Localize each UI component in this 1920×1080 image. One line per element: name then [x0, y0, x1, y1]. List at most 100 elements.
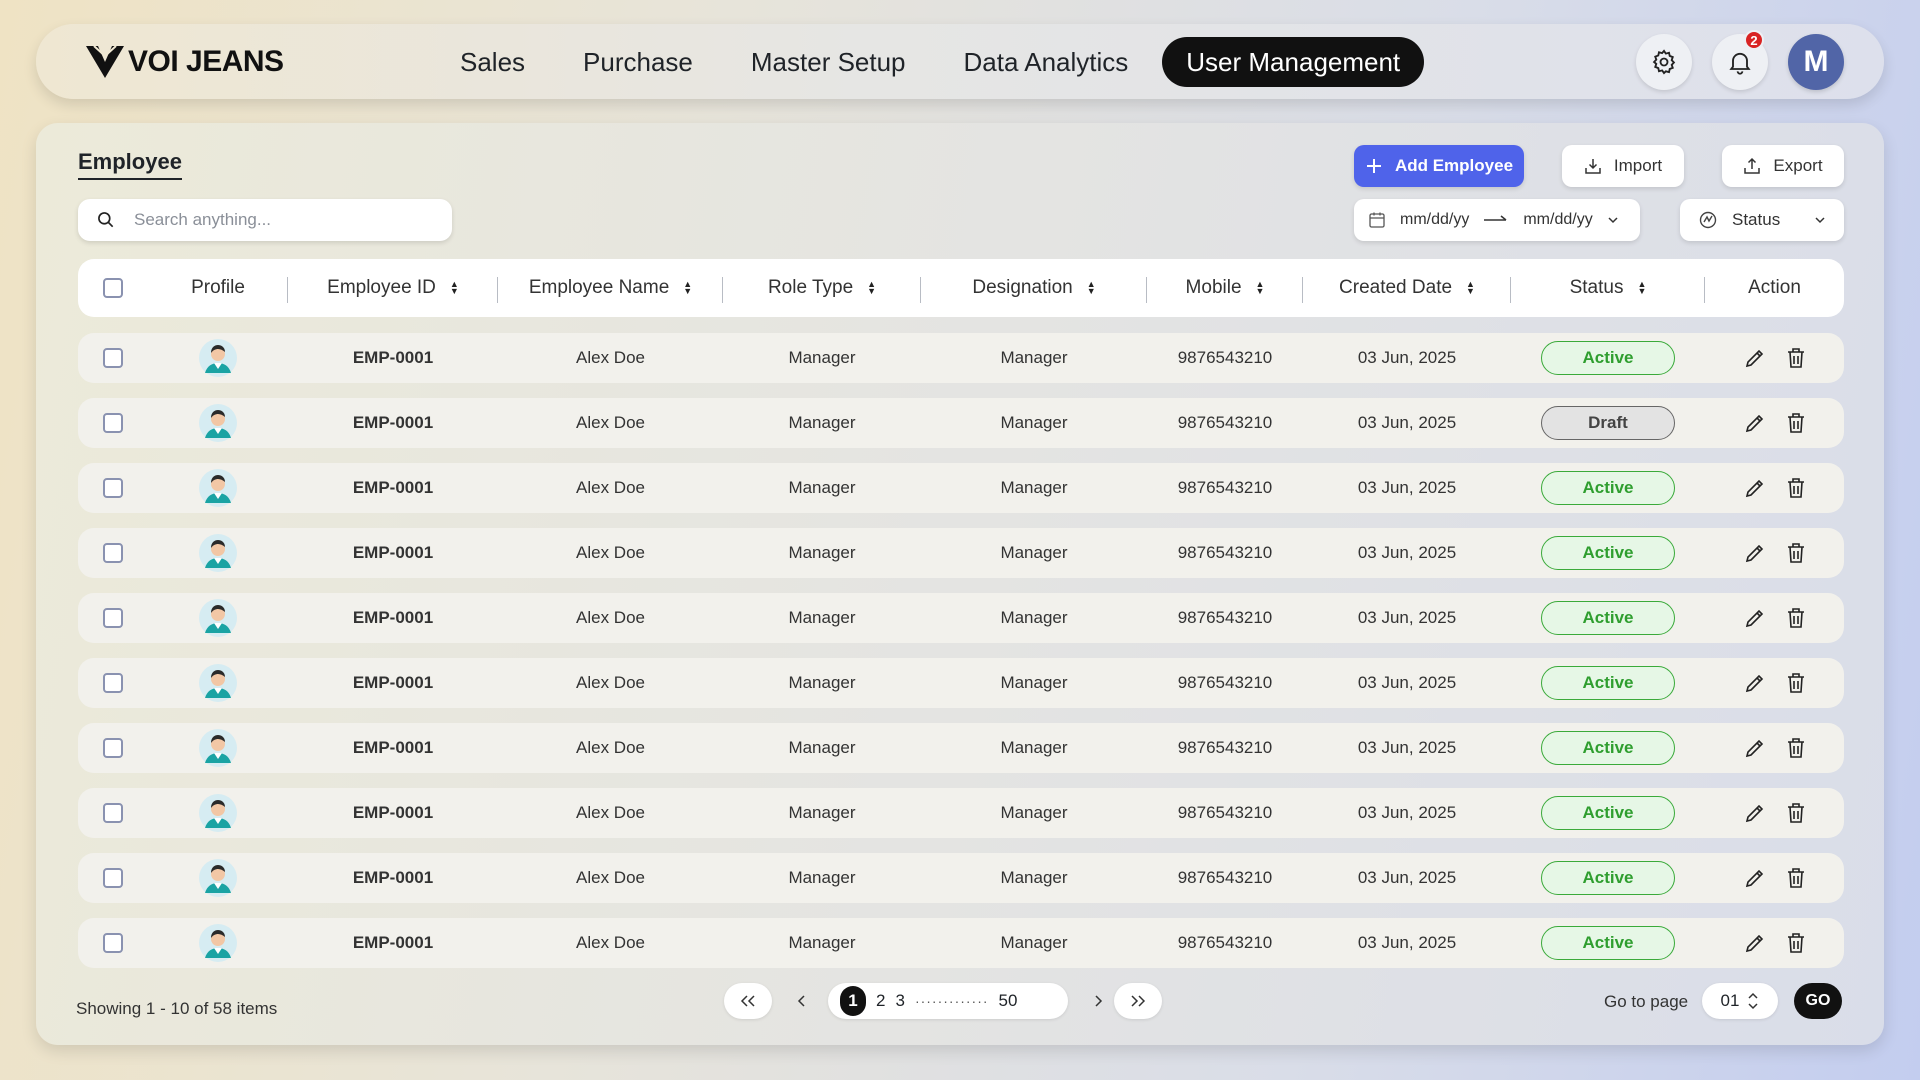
add-employee-button[interactable]: Add Employee [1354, 145, 1524, 187]
sort-icon[interactable]: ▲ ▼ [1256, 280, 1265, 296]
mobile-cell: 9876543210 [1177, 738, 1273, 757]
employee-id-cell: EMP-0001 [352, 673, 434, 692]
created-date-cell: 03 Jun, 2025 [1357, 478, 1457, 497]
table-row[interactable]: EMP-0001 Alex Doe Manager Manager 9876543210… [78, 463, 1844, 513]
action-cell [1705, 593, 1844, 643]
edit-pencil-icon[interactable] [1743, 671, 1767, 695]
nav-item-data-analytics[interactable]: Data Analytics [940, 37, 1153, 87]
edit-pencil-icon[interactable] [1743, 931, 1767, 955]
delete-trash-icon[interactable] [1785, 801, 1807, 825]
delete-trash-icon[interactable] [1785, 346, 1807, 370]
date-range-filter[interactable]: mm/dd/yy mm/dd/yy [1354, 199, 1640, 241]
header-select-all[interactable] [78, 259, 148, 317]
delete-trash-icon[interactable] [1785, 541, 1807, 565]
nav-item-purchase[interactable]: Purchase [559, 37, 717, 87]
select-all-checkbox[interactable] [103, 278, 123, 298]
status-filter-label: Status [1732, 210, 1781, 229]
row-checkbox[interactable] [103, 738, 123, 758]
row-checkbox[interactable] [103, 413, 123, 433]
edit-pencil-icon[interactable] [1743, 866, 1767, 890]
column-header-status[interactable]: Status ▲ ▼ [1511, 259, 1705, 317]
employee-avatar-icon [199, 664, 237, 702]
edit-pencil-icon[interactable] [1743, 541, 1767, 565]
row-checkbox[interactable] [103, 868, 123, 888]
date-from-field[interactable]: mm/dd/yy [1400, 211, 1469, 229]
edit-pencil-icon[interactable] [1743, 606, 1767, 630]
search-box[interactable] [78, 199, 452, 241]
status-cell: Active [1511, 918, 1705, 968]
column-header-employee-name[interactable]: Employee Name ▲ ▼ [498, 259, 723, 317]
table-row[interactable]: EMP-0001 Alex Doe Manager Manager 9876543210… [78, 918, 1844, 968]
edit-pencil-icon[interactable] [1743, 476, 1767, 500]
sort-icon[interactable]: ▲ ▼ [1087, 280, 1096, 296]
table-row[interactable]: EMP-0001 Alex Doe Manager Manager 9876543210… [78, 593, 1844, 643]
go-button[interactable]: GO [1794, 983, 1842, 1019]
row-checkbox[interactable] [103, 478, 123, 498]
delete-trash-icon[interactable] [1785, 411, 1807, 435]
page-number-current[interactable]: 1 [840, 986, 866, 1016]
row-checkbox[interactable] [103, 933, 123, 953]
first-page-button[interactable] [724, 983, 772, 1019]
gear-icon [1652, 49, 1676, 75]
page-number[interactable]: 2 [876, 991, 885, 1011]
table-row[interactable]: EMP-0001 Alex Doe Manager Manager 9876543210… [78, 528, 1844, 578]
table-row[interactable]: EMP-0001 Alex Doe Manager Manager 9876543210… [78, 398, 1844, 448]
sort-icon[interactable]: ▲ ▼ [1637, 280, 1646, 296]
import-button[interactable]: Import [1562, 145, 1684, 187]
status-filter-dropdown[interactable]: Status [1680, 199, 1844, 241]
table-row[interactable]: EMP-0001 Alex Doe Manager Manager 9876543210… [78, 658, 1844, 708]
page-number-last[interactable]: 50 [999, 991, 1018, 1011]
user-avatar[interactable]: M [1788, 34, 1844, 90]
column-header-role-type[interactable]: Role Type ▲ ▼ [723, 259, 921, 317]
bell-icon [1729, 52, 1751, 75]
delete-trash-icon[interactable] [1785, 866, 1807, 890]
nav-item-user-management[interactable]: User Management [1162, 37, 1425, 87]
status-cell: Active [1511, 723, 1705, 773]
sort-icon[interactable]: ▲ ▼ [683, 280, 692, 296]
export-button[interactable]: Export [1722, 145, 1844, 187]
plus-icon [1366, 159, 1381, 173]
settings-button[interactable] [1636, 34, 1692, 90]
page-number[interactable]: 3 [895, 991, 904, 1011]
edit-pencil-icon[interactable] [1743, 736, 1767, 760]
table-row[interactable]: EMP-0001 Alex Doe Manager Manager 9876543210… [78, 853, 1844, 903]
row-checkbox[interactable] [103, 608, 123, 628]
column-header-mobile[interactable]: Mobile ▲ ▼ [1147, 259, 1303, 317]
notifications-button[interactable]: 2 [1712, 30, 1768, 90]
column-header-designation[interactable]: Designation ▲ ▼ [921, 259, 1147, 317]
sort-icon[interactable]: ▲ ▼ [867, 280, 876, 296]
nav-item-master-setup[interactable]: Master Setup [727, 37, 930, 87]
last-page-button[interactable] [1114, 983, 1162, 1019]
row-checkbox[interactable] [103, 673, 123, 693]
table-row[interactable]: EMP-0001 Alex Doe Manager Manager 9876543210… [78, 333, 1844, 383]
next-page-button[interactable] [1082, 983, 1114, 1019]
row-checkbox[interactable] [103, 348, 123, 368]
table-row[interactable]: EMP-0001 Alex Doe Manager Manager 9876543210… [78, 723, 1844, 773]
delete-trash-icon[interactable] [1785, 476, 1807, 500]
search-input[interactable] [134, 210, 404, 230]
column-header-created-date[interactable]: Created Date ▲ ▼ [1303, 259, 1511, 317]
chevron-up-down-icon[interactable] [1747, 992, 1759, 1010]
edit-pencil-icon[interactable] [1743, 411, 1767, 435]
nav-item-sales[interactable]: Sales [436, 37, 549, 87]
go-to-page-input[interactable]: 01 [1702, 983, 1778, 1019]
row-checkbox[interactable] [103, 803, 123, 823]
brand-name: VOI JEANS [128, 45, 284, 78]
mobile-cell: 9876543210 [1177, 673, 1273, 692]
table-row[interactable]: EMP-0001 Alex Doe Manager Manager 9876543210… [78, 788, 1844, 838]
delete-trash-icon[interactable] [1785, 671, 1807, 695]
row-select-cell [78, 333, 148, 383]
brand-logo[interactable]: VOI JEANS [84, 44, 284, 80]
prev-page-button[interactable] [786, 983, 818, 1019]
delete-trash-icon[interactable] [1785, 931, 1807, 955]
edit-pencil-icon[interactable] [1743, 346, 1767, 370]
date-to-field[interactable]: mm/dd/yy [1523, 211, 1592, 229]
sort-icon[interactable]: ▲ ▼ [1466, 280, 1475, 296]
edit-pencil-icon[interactable] [1743, 801, 1767, 825]
delete-trash-icon[interactable] [1785, 736, 1807, 760]
delete-trash-icon[interactable] [1785, 606, 1807, 630]
column-header-employee-id[interactable]: Employee ID ▲ ▼ [288, 259, 498, 317]
sort-icon[interactable]: ▲ ▼ [450, 280, 459, 296]
mobile-cell: 9876543210 [1177, 868, 1273, 887]
row-checkbox[interactable] [103, 543, 123, 563]
